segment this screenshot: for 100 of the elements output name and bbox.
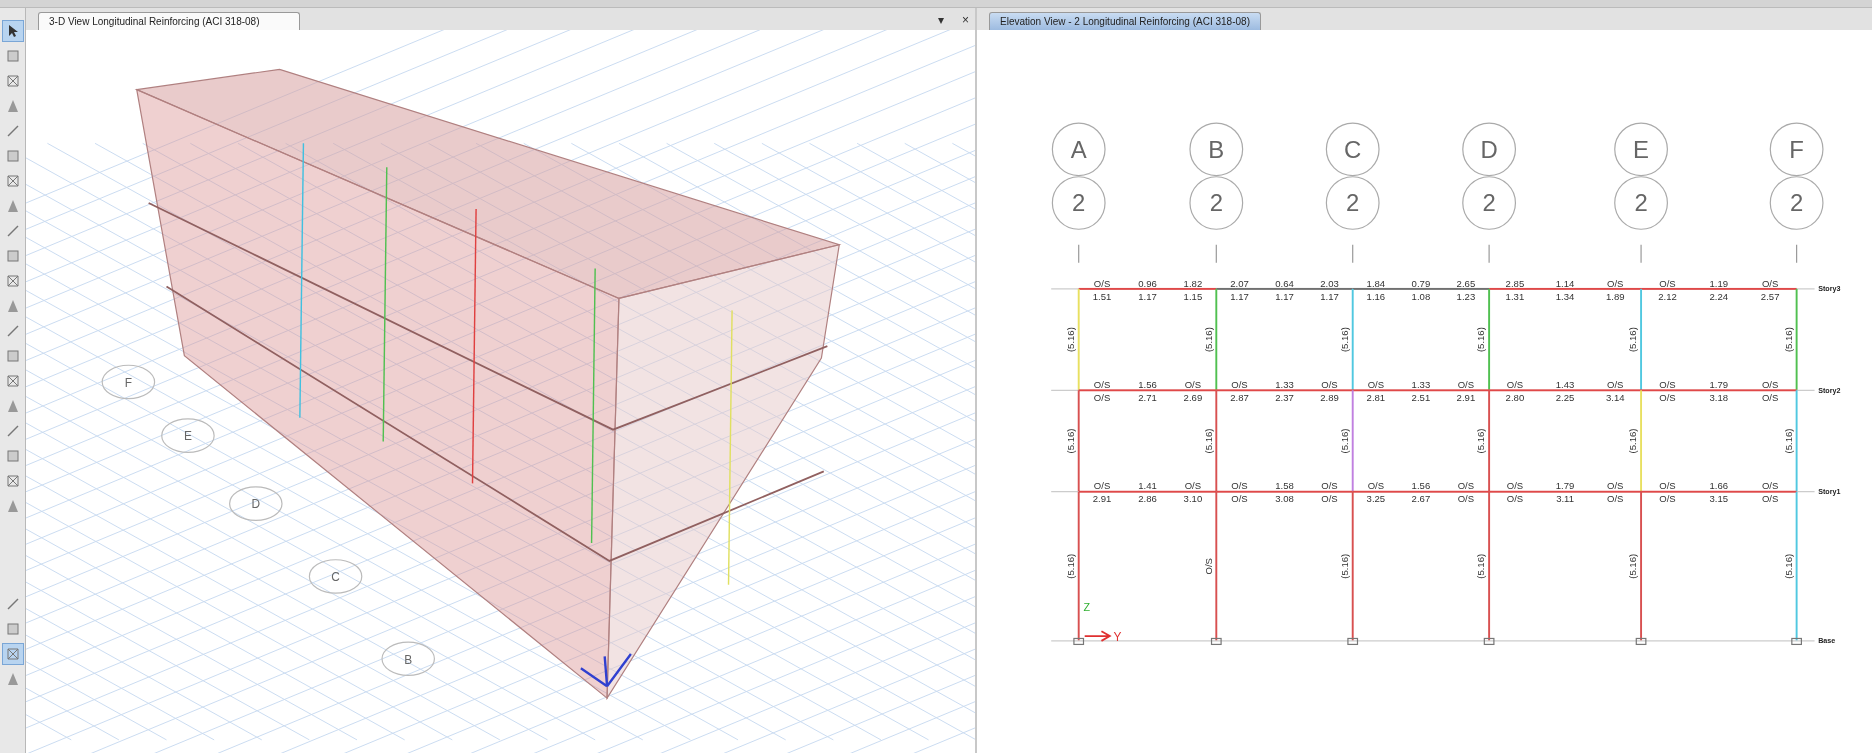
top-rebar-value: O/S <box>1367 480 1385 492</box>
top-rebar-value: 1.33 <box>1275 378 1294 390</box>
tool-icon <box>5 324 20 338</box>
top-rebar-value: O/S <box>1607 480 1624 492</box>
bottom-rebar-value: O/S <box>1607 493 1624 505</box>
bottom-rebar-value: 2.71 <box>1138 392 1157 404</box>
grid-bubble-icon <box>381 641 435 677</box>
tool-icon <box>5 622 20 636</box>
bottom-rebar-value: 2.67 <box>1411 493 1431 505</box>
top-rebar-value: O/S <box>1093 480 1111 492</box>
top-rebar-value: O/S <box>1184 480 1202 492</box>
top-rebar-value: O/S <box>1367 378 1385 390</box>
top-rebar-value: O/S <box>1506 378 1524 390</box>
tool-icon <box>5 299 20 313</box>
tool-icon <box>5 597 20 611</box>
top-rebar-value: O/S <box>1761 277 1779 289</box>
bottom-rebar-value: 2.57 <box>1760 290 1780 302</box>
column-rebar-value: (5.16) <box>1475 553 1487 579</box>
bottom-rebar-value: 3.11 <box>1556 493 1575 505</box>
grid-label: D <box>251 497 261 512</box>
grid-bubble <box>1462 176 1517 230</box>
top-rebar-value: O/S <box>1607 378 1624 390</box>
bottom-rebar-value: O/S <box>1321 493 1338 505</box>
top-rebar-value: 1.66 <box>1709 480 1729 492</box>
bottom-rebar-value: 2.80 <box>1505 392 1525 404</box>
bottom-rebar-value: O/S <box>1506 493 1524 505</box>
support-icon <box>1073 637 1085 646</box>
bottom-rebar-value: O/S <box>1659 392 1676 404</box>
bottom-rebar-value: 2.37 <box>1275 392 1294 404</box>
close-button[interactable]: × <box>956 13 975 30</box>
top-rebar-value: O/S <box>1231 378 1248 390</box>
top-rebar-value: O/S <box>1506 480 1524 492</box>
bottom-rebar-value: 1.15 <box>1183 290 1203 302</box>
column-rebar-value: (5.16) <box>1627 327 1639 353</box>
grid-bubble <box>1189 176 1244 230</box>
column-rebar-value: (5.16) <box>1627 553 1639 579</box>
tool-icon <box>5 499 20 513</box>
column-rebar-value: (5.16) <box>1782 428 1794 454</box>
support-icon <box>1210 637 1222 646</box>
tool-icon <box>5 99 20 113</box>
view-tab[interactable]: Elevation View - 2 Longitudinal Reinforcing (ACI 318-08) <box>989 12 1261 30</box>
top-rebar-value: 0.96 <box>1138 277 1157 289</box>
grid-bubble <box>1325 176 1380 230</box>
top-rebar-value: 0.64 <box>1275 277 1294 289</box>
grid-number: 2 <box>1346 189 1360 217</box>
bottom-rebar-value: 1.17 <box>1138 290 1157 302</box>
grid-bubble <box>1614 176 1668 230</box>
column-rebar-value: (5.16) <box>1475 327 1487 353</box>
top-rebar-value: 1.58 <box>1275 480 1294 492</box>
grid-bubble <box>1051 176 1106 230</box>
bottom-rebar-value: 1.17 <box>1320 290 1339 302</box>
top-rebar-value: 1.79 <box>1709 378 1729 390</box>
bottom-rebar-value: 1.51 <box>1092 290 1112 302</box>
bottom-rebar-value: 1.17 <box>1275 290 1294 302</box>
grid-label: E <box>183 429 192 444</box>
dropdown-button[interactable]: ▾ <box>932 13 950 30</box>
top-rebar-value: O/S <box>1321 480 1338 492</box>
grid-label: B <box>404 652 413 667</box>
top-rebar-value: 1.56 <box>1138 378 1157 390</box>
grid-label: C <box>331 570 340 585</box>
grid-bubble-icon <box>161 418 215 453</box>
grid-bubble <box>1462 122 1517 177</box>
column-rebar-value: (5.16) <box>1202 327 1214 353</box>
top-rebar-value: O/S <box>1761 378 1779 390</box>
tool-icon <box>5 349 20 363</box>
bottom-rebar-value: 2.91 <box>1092 493 1112 505</box>
top-rebar-value: 2.07 <box>1230 277 1249 289</box>
column-rebar-value: (5.16) <box>1338 553 1350 579</box>
column-rebar-value: O/S <box>1202 558 1214 575</box>
grid-bubble-icon <box>308 559 363 594</box>
grid-bubble <box>1769 176 1824 230</box>
top-rebar-value: 2.03 <box>1320 277 1339 289</box>
bottom-rebar-value: 3.18 <box>1709 392 1729 404</box>
bottom-rebar-value: 1.89 <box>1605 290 1625 302</box>
tool-icon <box>5 647 20 661</box>
top-rebar-value: O/S <box>1659 480 1676 492</box>
bottom-rebar-value: 3.10 <box>1183 493 1203 505</box>
bottom-rebar-value: 3.08 <box>1275 493 1294 505</box>
grid-number: 2 <box>1789 189 1804 217</box>
top-rebar-value: O/S <box>1184 378 1202 390</box>
grid-letter: B <box>1208 135 1225 163</box>
view-tab[interactable]: 3-D View Longitudinal Reinforcing (ACI 318-08) <box>38 12 300 30</box>
bottom-rebar-value: 2.91 <box>1456 392 1476 404</box>
top-rebar-value: O/S <box>1761 480 1779 492</box>
tool-icon <box>5 249 20 263</box>
top-rebar-value: 1.14 <box>1555 277 1575 289</box>
tool-icon <box>5 274 20 288</box>
y-axis-arrow <box>1083 630 1112 642</box>
top-rebar-value: 2.65 <box>1456 277 1476 289</box>
toolbar-button[interactable] <box>1 20 24 42</box>
bottom-rebar-value: O/S <box>1659 493 1676 505</box>
top-rebar-value: 2.85 <box>1505 277 1525 289</box>
axis-label: Z <box>1083 601 1091 613</box>
top-rebar-value: O/S <box>1231 480 1248 492</box>
grid-letter: D <box>1480 135 1498 163</box>
bottom-rebar-value: O/S <box>1457 493 1475 505</box>
column-rebar-value: (5.16) <box>1338 428 1350 454</box>
grid-label: F <box>124 375 133 390</box>
bottom-rebar-value: 1.34 <box>1555 290 1575 302</box>
column-rebar-value: (5.16) <box>1064 428 1076 454</box>
